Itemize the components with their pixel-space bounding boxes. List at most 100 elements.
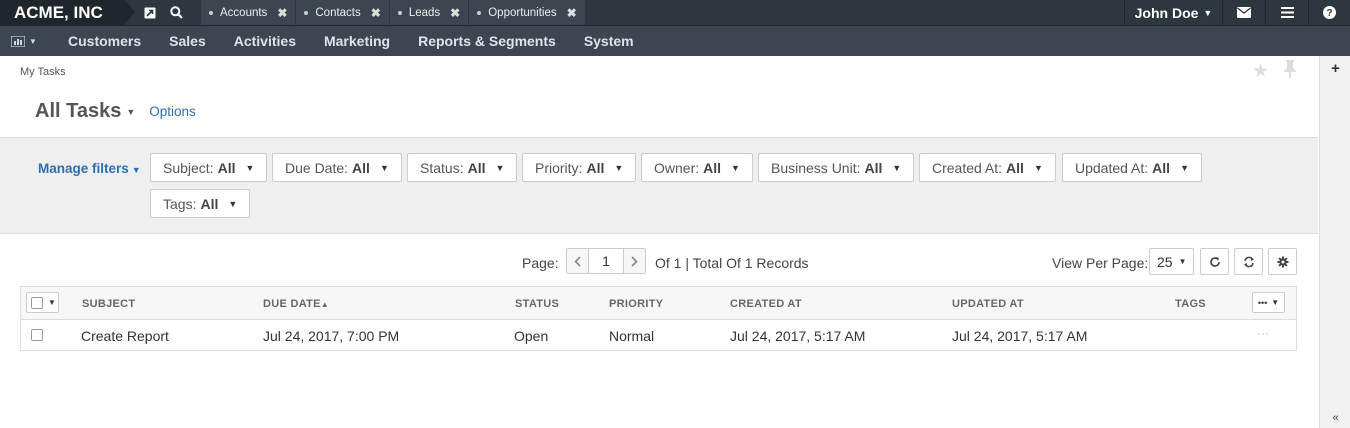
row-checkbox[interactable] bbox=[31, 329, 43, 341]
caret-down-icon[interactable]: ▼ bbox=[126, 107, 135, 117]
top-bar: ACME, INC Accounts ✖ Contacts ✖ Leads ✖ Opp… bbox=[0, 0, 1350, 25]
table-row[interactable]: Create Report Jul 24, 2017, 7:00 PM Open… bbox=[21, 320, 1296, 350]
caret-down-icon: ▼ bbox=[29, 36, 37, 46]
plus-icon[interactable]: + bbox=[1320, 60, 1350, 77]
dashboard-menu[interactable]: ▼ bbox=[0, 35, 48, 47]
filter-priority[interactable]: Priority: All ▼ bbox=[522, 153, 637, 182]
column-header-subject[interactable]: SUBJECT bbox=[82, 298, 135, 310]
tab-leads[interactable]: Leads ✖ bbox=[389, 0, 469, 25]
caret-down-icon: ▼ bbox=[1203, 7, 1213, 18]
caret-down-icon: ▼ bbox=[245, 162, 255, 173]
tab-label: Accounts bbox=[220, 6, 268, 19]
refresh-button[interactable] bbox=[1234, 248, 1263, 275]
search-icon[interactable] bbox=[163, 0, 189, 25]
column-header-tags[interactable]: TAGS bbox=[1175, 298, 1206, 310]
collapse-icon[interactable]: « bbox=[1320, 412, 1350, 424]
brand-logo[interactable]: ACME, INC bbox=[0, 0, 135, 25]
page-label: Page: bbox=[522, 255, 559, 271]
filter-updated-at[interactable]: Updated At: All ▼ bbox=[1062, 153, 1202, 182]
nav-reports-segments[interactable]: Reports & Segments bbox=[418, 33, 556, 49]
per-page-select[interactable]: 25 ▼ bbox=[1149, 248, 1194, 275]
filter-value: All bbox=[352, 159, 370, 176]
manage-filters-label: Manage filters bbox=[38, 161, 129, 176]
user-menu[interactable]: John Doe ▼ bbox=[1124, 0, 1222, 25]
filter-business-unit[interactable]: Business Unit: All ▼ bbox=[758, 153, 915, 182]
manage-filters-button[interactable]: Manage filters ▼ bbox=[38, 161, 141, 176]
records-total: Of 1 | Total Of 1 Records bbox=[655, 255, 809, 271]
nav-sales[interactable]: Sales bbox=[169, 33, 206, 49]
column-header-created-at[interactable]: CREATED AT bbox=[730, 298, 802, 310]
column-header-updated-at[interactable]: UPDATED AT bbox=[952, 298, 1024, 310]
page-input[interactable]: 1 bbox=[588, 249, 624, 273]
close-icon[interactable]: ✖ bbox=[450, 6, 460, 20]
filter-label: Business Unit: bbox=[771, 159, 861, 176]
page-title[interactable]: All Tasks bbox=[35, 100, 121, 123]
filter-subject[interactable]: Subject: All ▼ bbox=[150, 153, 268, 182]
bar-chart-icon bbox=[11, 35, 26, 47]
select-all-dropdown[interactable]: ▼ bbox=[26, 292, 59, 313]
tab-contacts[interactable]: Contacts ✖ bbox=[296, 0, 389, 25]
reset-button[interactable] bbox=[1200, 248, 1229, 275]
filter-status[interactable]: Status: All ▼ bbox=[407, 153, 518, 182]
column-header-priority[interactable]: PRIORITY bbox=[609, 298, 663, 310]
nav-system[interactable]: System bbox=[584, 33, 634, 49]
refresh-icon bbox=[1243, 256, 1254, 267]
caret-down-icon: ▼ bbox=[614, 162, 624, 173]
page-header: All Tasks ▼ Options bbox=[35, 100, 196, 123]
cell-due-date: Jul 24, 2017, 7:00 PM bbox=[263, 328, 400, 344]
topbar-right: John Doe ▼ ? bbox=[1124, 0, 1350, 25]
filter-value: All bbox=[1006, 159, 1024, 176]
close-icon[interactable]: ✖ bbox=[277, 6, 287, 20]
filter-value: All bbox=[200, 195, 219, 212]
chevron-left-icon[interactable] bbox=[567, 249, 588, 273]
nav-customers[interactable]: Customers bbox=[68, 33, 141, 49]
user-name: John Doe bbox=[1134, 4, 1199, 21]
dot-icon bbox=[209, 10, 213, 15]
filter-value: All bbox=[703, 159, 722, 176]
tab-label: Opportunities bbox=[488, 6, 557, 19]
pin-icon[interactable] bbox=[1283, 60, 1297, 84]
nav-activities[interactable]: Activities bbox=[234, 33, 296, 49]
caret-down-icon: ▼ bbox=[1033, 162, 1043, 173]
settings-button[interactable] bbox=[1268, 248, 1297, 275]
close-icon[interactable]: ✖ bbox=[567, 6, 577, 20]
cell-status: Open bbox=[514, 328, 549, 344]
cell-created-at: Jul 24, 2017, 5:17 AM bbox=[730, 328, 866, 344]
chevron-right-icon[interactable] bbox=[624, 249, 645, 273]
caret-down-icon: ▼ bbox=[1178, 257, 1187, 266]
filter-due-date[interactable]: Due Date: All ▼ bbox=[272, 153, 402, 182]
filter-created-at[interactable]: Created At: All ▼ bbox=[919, 153, 1056, 182]
ellipsis-icon: ••• bbox=[1257, 297, 1268, 308]
close-icon[interactable]: ✖ bbox=[371, 6, 381, 20]
caret-down-icon: ▼ bbox=[228, 198, 238, 209]
checkbox[interactable] bbox=[31, 296, 43, 309]
row-actions-icon[interactable]: ··· bbox=[1257, 326, 1269, 340]
filter-bar: Manage filters ▼ Subject: All ▼ Due Date: Al… bbox=[0, 137, 1318, 234]
envelope-icon[interactable] bbox=[1222, 0, 1265, 25]
caret-down-icon: ▼ bbox=[495, 162, 505, 173]
cell-priority: Normal bbox=[609, 328, 655, 344]
gear-icon bbox=[1277, 256, 1288, 267]
options-link[interactable]: Options bbox=[149, 104, 196, 119]
filter-value: All bbox=[467, 159, 486, 176]
filter-value: All bbox=[217, 159, 236, 176]
nav-marketing[interactable]: Marketing bbox=[324, 33, 390, 49]
filter-owner[interactable]: Owner: All ▼ bbox=[641, 153, 753, 182]
right-sidebar: + « bbox=[1319, 56, 1350, 428]
tab-accounts[interactable]: Accounts ✖ bbox=[201, 0, 296, 25]
help-icon[interactable]: ? bbox=[1308, 0, 1350, 25]
tab-opportunities[interactable]: Opportunities ✖ bbox=[469, 0, 585, 25]
filter-label: Updated At: bbox=[1075, 159, 1149, 176]
star-icon[interactable]: ★ bbox=[1252, 60, 1269, 83]
grid-actions-dropdown[interactable]: ••• ▼ bbox=[1252, 292, 1285, 313]
filter-label: Subject: bbox=[163, 159, 214, 176]
grid-header: ▼ SUBJECT DUE DATE▲ STATUS PRIORITY CREA… bbox=[21, 287, 1296, 320]
filter-tags[interactable]: Tags: All ▼ bbox=[150, 189, 251, 218]
column-header-status[interactable]: STATUS bbox=[515, 298, 559, 310]
external-link-icon[interactable] bbox=[137, 0, 163, 25]
column-header-due-date[interactable]: DUE DATE▲ bbox=[263, 298, 329, 310]
column-label: DUE DATE bbox=[263, 298, 321, 310]
svg-text:?: ? bbox=[1326, 8, 1332, 19]
cell-subject: Create Report bbox=[81, 328, 169, 344]
menu-icon[interactable] bbox=[1265, 0, 1308, 25]
